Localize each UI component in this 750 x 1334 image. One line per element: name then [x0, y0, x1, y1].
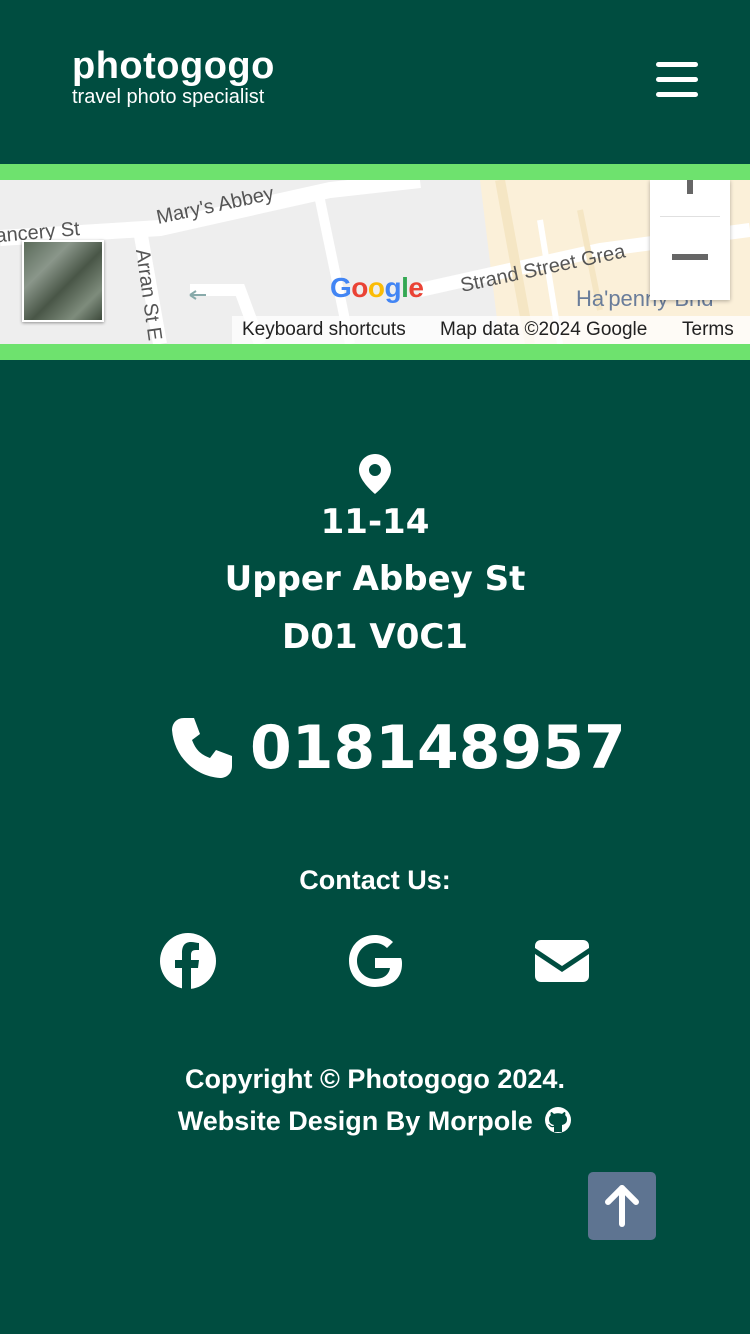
back-to-top-button[interactable] [588, 1172, 656, 1240]
google-map-logo: Google [330, 272, 424, 303]
contact-label: Contact Us: [299, 865, 451, 895]
phone-number-link[interactable]: 018148957 [250, 712, 626, 784]
zoom-in-button[interactable] [650, 180, 730, 216]
map-data-text: Map data ©2024 Google [440, 319, 648, 340]
github-icon [545, 1107, 572, 1133]
designer-credit[interactable]: Website Design By Morpole [0, 1105, 750, 1137]
satellite-toggle[interactable] [22, 240, 104, 322]
brand-tagline: travel photo specialist [72, 86, 265, 108]
designer-credit-text: Website Design By Morpole [177, 1106, 533, 1136]
envelope-icon[interactable] [533, 932, 591, 990]
google-icon[interactable] [346, 932, 404, 990]
facebook-icon[interactable] [159, 932, 217, 990]
address-line-2: Upper Abbey St [224, 559, 526, 599]
address-line-3: D01 V0C1 [282, 617, 468, 657]
hamburger-menu-button[interactable] [654, 60, 700, 100]
zoom-out-button[interactable] [650, 217, 730, 297]
site-header: photogogo travel photo specialist [0, 0, 750, 164]
map-zoom-control [650, 180, 730, 300]
location-pin-icon [359, 454, 391, 494]
brand-name: photogogo [72, 45, 275, 87]
copyright-text: Copyright © Photogogo 2024. [185, 1064, 565, 1094]
map-frame: Mary's Abbey ancery St Arran St E Strand… [0, 164, 750, 360]
address-line-1: 11-14 [320, 502, 430, 542]
keyboard-shortcuts-link[interactable]: Keyboard shortcuts [242, 316, 406, 344]
brand-logo[interactable]: photogogo travel photo specialist [72, 44, 275, 108]
terms-link[interactable]: Terms [682, 316, 734, 344]
map-attribution-bar: Keyboard shortcuts Map data ©2024 Google… [232, 316, 750, 344]
phone-icon [172, 718, 232, 778]
embedded-map[interactable]: Mary's Abbey ancery St Arran St E Strand… [0, 180, 750, 344]
phone-row: 018148957 [0, 712, 750, 784]
hamburger-icon [656, 62, 698, 67]
arrow-up-icon [605, 1185, 639, 1227]
